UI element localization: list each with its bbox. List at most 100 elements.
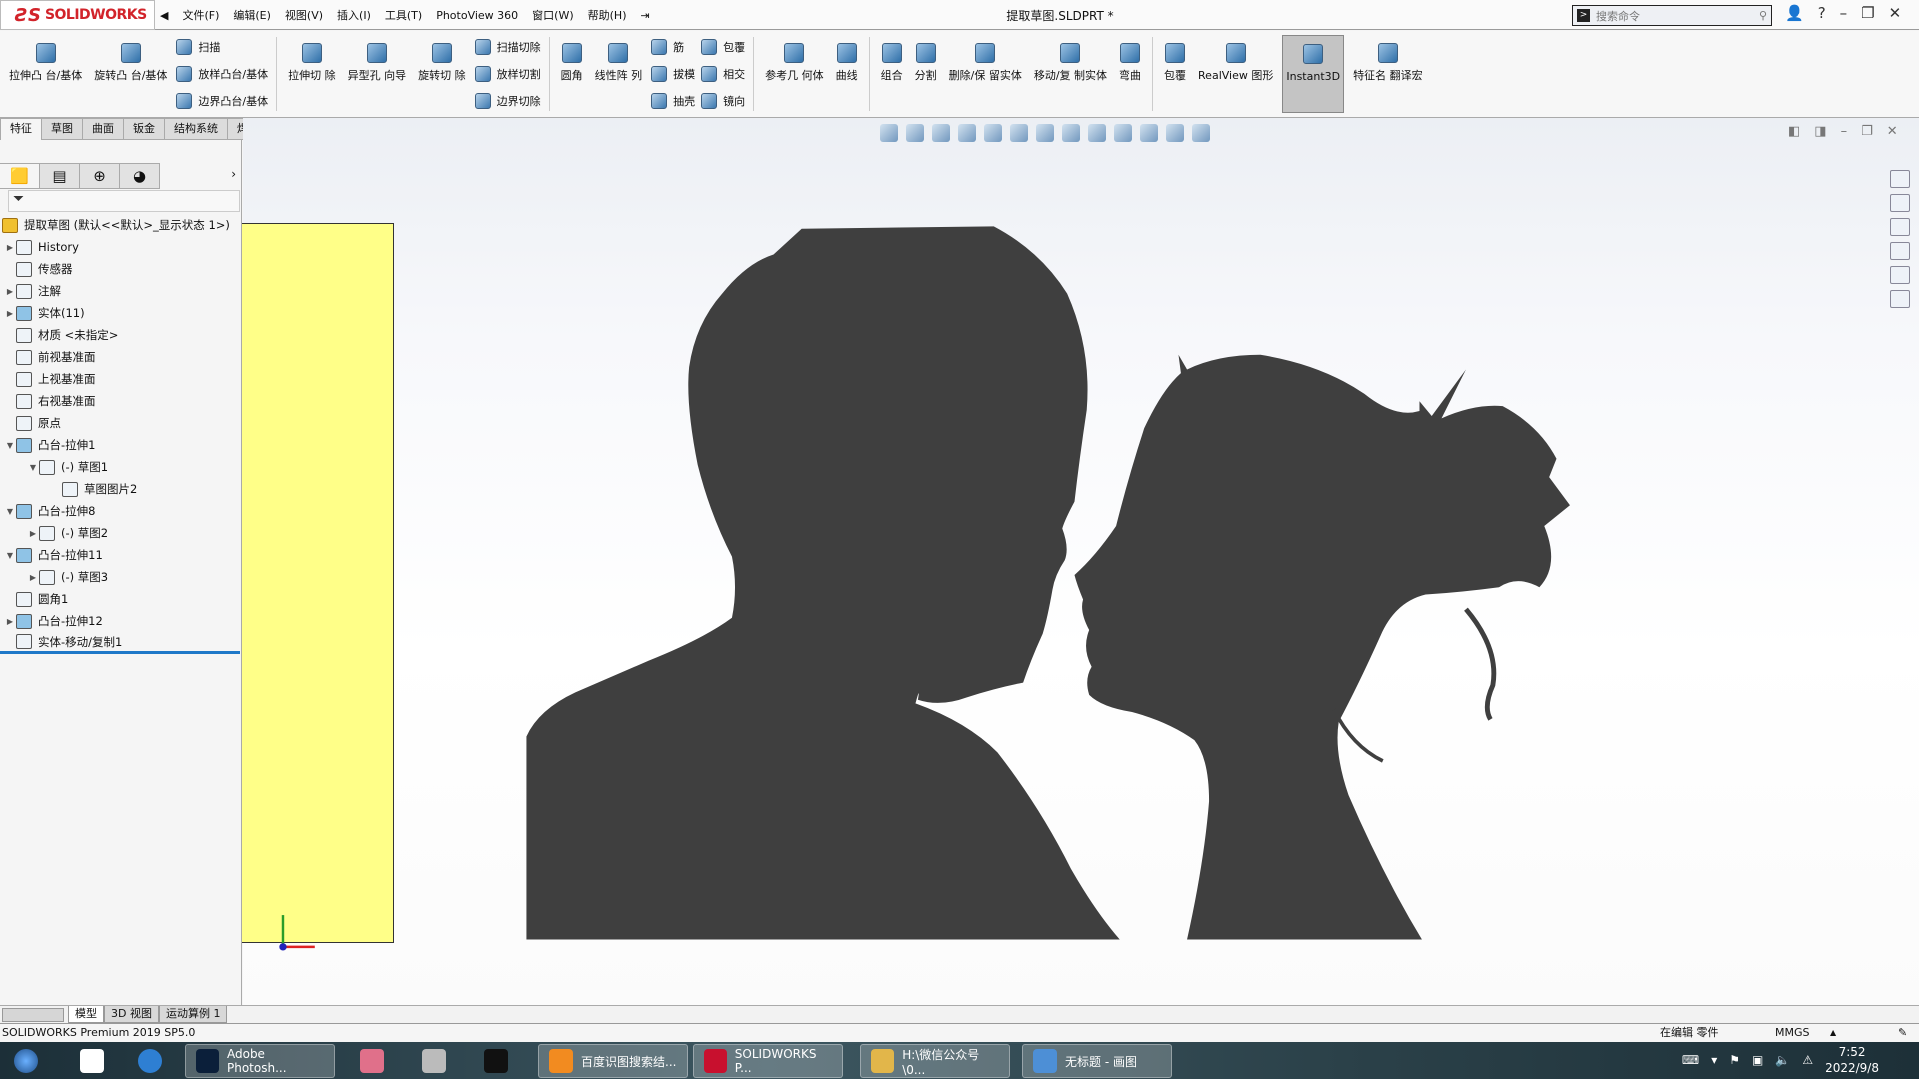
network-warning-icon[interactable]: ⚠ bbox=[1802, 1053, 1813, 1067]
taskbar-window-button[interactable]: 百度识图搜索结... bbox=[538, 1044, 688, 1078]
windows-taskbar: Adobe Photosh... 百度识图搜索结... SOLIDWORKS P..… bbox=[0, 1042, 1919, 1079]
flag-icon[interactable]: ⚑ bbox=[1729, 1053, 1740, 1067]
start-button[interactable] bbox=[4, 1044, 48, 1078]
sketch-picture-icon bbox=[62, 481, 78, 497]
extrude-icon bbox=[16, 547, 32, 563]
woman-silhouette[interactable] bbox=[1074, 354, 1570, 940]
section-view-icon[interactable] bbox=[984, 124, 1002, 142]
appearances-icon[interactable] bbox=[1890, 266, 1910, 284]
display-monitor-icon[interactable] bbox=[1192, 124, 1210, 142]
units-dropdown-icon[interactable]: ▲ bbox=[1830, 1024, 1836, 1042]
tree-item-label: History bbox=[38, 240, 79, 254]
tree-item[interactable]: ▼ 凸台-拉伸8 bbox=[0, 500, 240, 522]
tree-item[interactable]: 上视基准面 bbox=[0, 368, 240, 390]
tree-item-label: (-) 草图2 bbox=[61, 526, 109, 540]
tree-item[interactable]: 原点 bbox=[0, 412, 240, 434]
expand-arrow-icon[interactable]: ▼ bbox=[27, 463, 39, 472]
keyboard-icon[interactable]: ⌨ bbox=[1682, 1053, 1699, 1067]
tree-item[interactable]: ▶ (-) 草图3 bbox=[0, 566, 240, 588]
taskbar-window-button[interactable]: 无标题 - 画图 bbox=[1022, 1044, 1172, 1078]
browser-icon[interactable] bbox=[128, 1044, 172, 1078]
tree-item[interactable]: 提取草图 (默认<<默认>_显示状态 1>) bbox=[0, 214, 240, 236]
tree-item[interactable]: 传感器 bbox=[0, 258, 240, 280]
tree-item-label: 草图图片2 bbox=[84, 482, 138, 496]
tile-left-icon[interactable]: ◧ bbox=[1788, 124, 1800, 139]
tree-item[interactable]: ▶ History bbox=[0, 236, 240, 258]
tree-item[interactable]: 圆角1 bbox=[0, 588, 240, 610]
filter-icon[interactable]: ⏷ bbox=[8, 190, 240, 212]
app-icon bbox=[704, 1049, 727, 1073]
expand-arrow-icon[interactable]: ▶ bbox=[27, 573, 39, 582]
recorder-icon[interactable] bbox=[474, 1044, 518, 1078]
doc-minimize-button[interactable]: – bbox=[1841, 124, 1848, 139]
tree-item[interactable]: ▼ (-) 草图1 bbox=[0, 456, 240, 478]
apply-scene-icon[interactable] bbox=[1140, 124, 1158, 142]
zoom-to-fit-icon[interactable] bbox=[906, 124, 924, 142]
tray-expand-icon[interactable]: ▾ bbox=[1711, 1053, 1717, 1067]
expand-arrow-icon[interactable]: ▶ bbox=[27, 529, 39, 538]
bottom-tab[interactable]: 运动算例 1 bbox=[158, 1006, 228, 1023]
view-orientation-normal-icon[interactable] bbox=[880, 124, 898, 142]
design-library-icon[interactable] bbox=[1890, 194, 1910, 212]
bottom-tab[interactable]: 3D 视图 bbox=[104, 1006, 159, 1023]
solidworks-tray-icon[interactable]: ▣ bbox=[1752, 1053, 1763, 1067]
home-icon[interactable] bbox=[1890, 170, 1910, 188]
property-manager-tab-icon[interactable]: ▤ bbox=[40, 163, 80, 189]
sensor-folder-icon bbox=[16, 261, 32, 277]
tree-item[interactable]: 材质 <未指定> bbox=[0, 324, 240, 346]
configuration-manager-tab-icon[interactable]: ⊕ bbox=[80, 163, 120, 189]
volume-icon[interactable]: 🔈 bbox=[1775, 1053, 1790, 1067]
tree-item[interactable]: 草图图片2 bbox=[0, 478, 240, 500]
taskbar-window-button[interactable]: H:\微信公众号\0... bbox=[860, 1044, 1010, 1078]
edit-appearance-icon[interactable] bbox=[1114, 124, 1132, 142]
tree-item[interactable]: ▶ 注解 bbox=[0, 280, 240, 302]
display-manager-tab-icon[interactable]: ◕ bbox=[120, 163, 160, 189]
tab-scroll-buttons[interactable] bbox=[2, 1007, 64, 1022]
snipping-tool-icon[interactable] bbox=[412, 1044, 456, 1078]
custom-properties-icon[interactable] bbox=[1890, 290, 1910, 308]
previous-view-icon[interactable] bbox=[958, 124, 976, 142]
tree-item-label: 实体(11) bbox=[38, 306, 85, 320]
expand-arrow-icon[interactable]: ▼ bbox=[4, 507, 16, 516]
file-explorer-icon[interactable] bbox=[1890, 218, 1910, 236]
display-style-icon[interactable] bbox=[1062, 124, 1080, 142]
clock[interactable]: 7:52 2022/9/8 bbox=[1825, 1044, 1879, 1076]
expand-arrow-icon[interactable]: ▶ bbox=[4, 243, 16, 252]
customize-icon[interactable]: ✎ bbox=[1898, 1024, 1907, 1042]
panel-expand-arrow-icon[interactable]: › bbox=[225, 163, 242, 189]
clock-time: 7:52 bbox=[1838, 1045, 1866, 1059]
tree-item[interactable]: 前视基准面 bbox=[0, 346, 240, 368]
tree-item[interactable]: 右视基准面 bbox=[0, 390, 240, 412]
tree-item[interactable]: ▼ 凸台-拉伸1 bbox=[0, 434, 240, 456]
tree-item[interactable]: ▶ 凸台-拉伸12 bbox=[0, 610, 240, 632]
hide-show-items-icon[interactable] bbox=[1088, 124, 1106, 142]
view-palette-icon[interactable] bbox=[1890, 242, 1910, 260]
tile-right-icon[interactable]: ◨ bbox=[1814, 124, 1826, 139]
bottom-tab[interactable]: 模型 bbox=[68, 1006, 104, 1023]
dynamic-annotation-icon[interactable] bbox=[1010, 124, 1028, 142]
doc-close-button[interactable]: ✕ bbox=[1887, 124, 1898, 139]
tree-item[interactable]: ▶ 实体(11) bbox=[0, 302, 240, 324]
expand-arrow-icon[interactable]: ▼ bbox=[4, 441, 16, 450]
feature-manager-tab-icon[interactable]: 🟨 bbox=[0, 163, 40, 189]
tree-item[interactable]: ▼ 凸台-拉伸11 bbox=[0, 544, 240, 566]
tree-item[interactable]: 实体-移动/复制1 bbox=[0, 632, 240, 654]
view-orientation-icon[interactable] bbox=[1036, 124, 1054, 142]
solid-bodies-folder-icon bbox=[16, 305, 32, 321]
expand-arrow-icon[interactable]: ▶ bbox=[4, 287, 16, 296]
product-version: SOLIDWORKS Premium 2019 SP5.0 bbox=[2, 1026, 196, 1039]
baidu-netdisk-icon[interactable] bbox=[70, 1044, 114, 1078]
doc-restore-button[interactable]: ❐ bbox=[1861, 124, 1873, 139]
tree-item[interactable]: ▶ (-) 草图2 bbox=[0, 522, 240, 544]
zoom-to-area-icon[interactable] bbox=[932, 124, 950, 142]
man-silhouette[interactable] bbox=[526, 226, 1120, 940]
expand-arrow-icon[interactable]: ▶ bbox=[4, 309, 16, 318]
view-settings-icon[interactable] bbox=[1166, 124, 1184, 142]
app-icon[interactable] bbox=[350, 1044, 394, 1078]
tree-item-label: 凸台-拉伸12 bbox=[38, 614, 103, 628]
unit-system[interactable]: MMGS bbox=[1775, 1024, 1810, 1042]
expand-arrow-icon[interactable]: ▼ bbox=[4, 551, 16, 560]
expand-arrow-icon[interactable]: ▶ bbox=[4, 617, 16, 626]
taskbar-window-button[interactable]: Adobe Photosh... bbox=[185, 1044, 335, 1078]
taskbar-window-button[interactable]: SOLIDWORKS P... bbox=[693, 1044, 843, 1078]
